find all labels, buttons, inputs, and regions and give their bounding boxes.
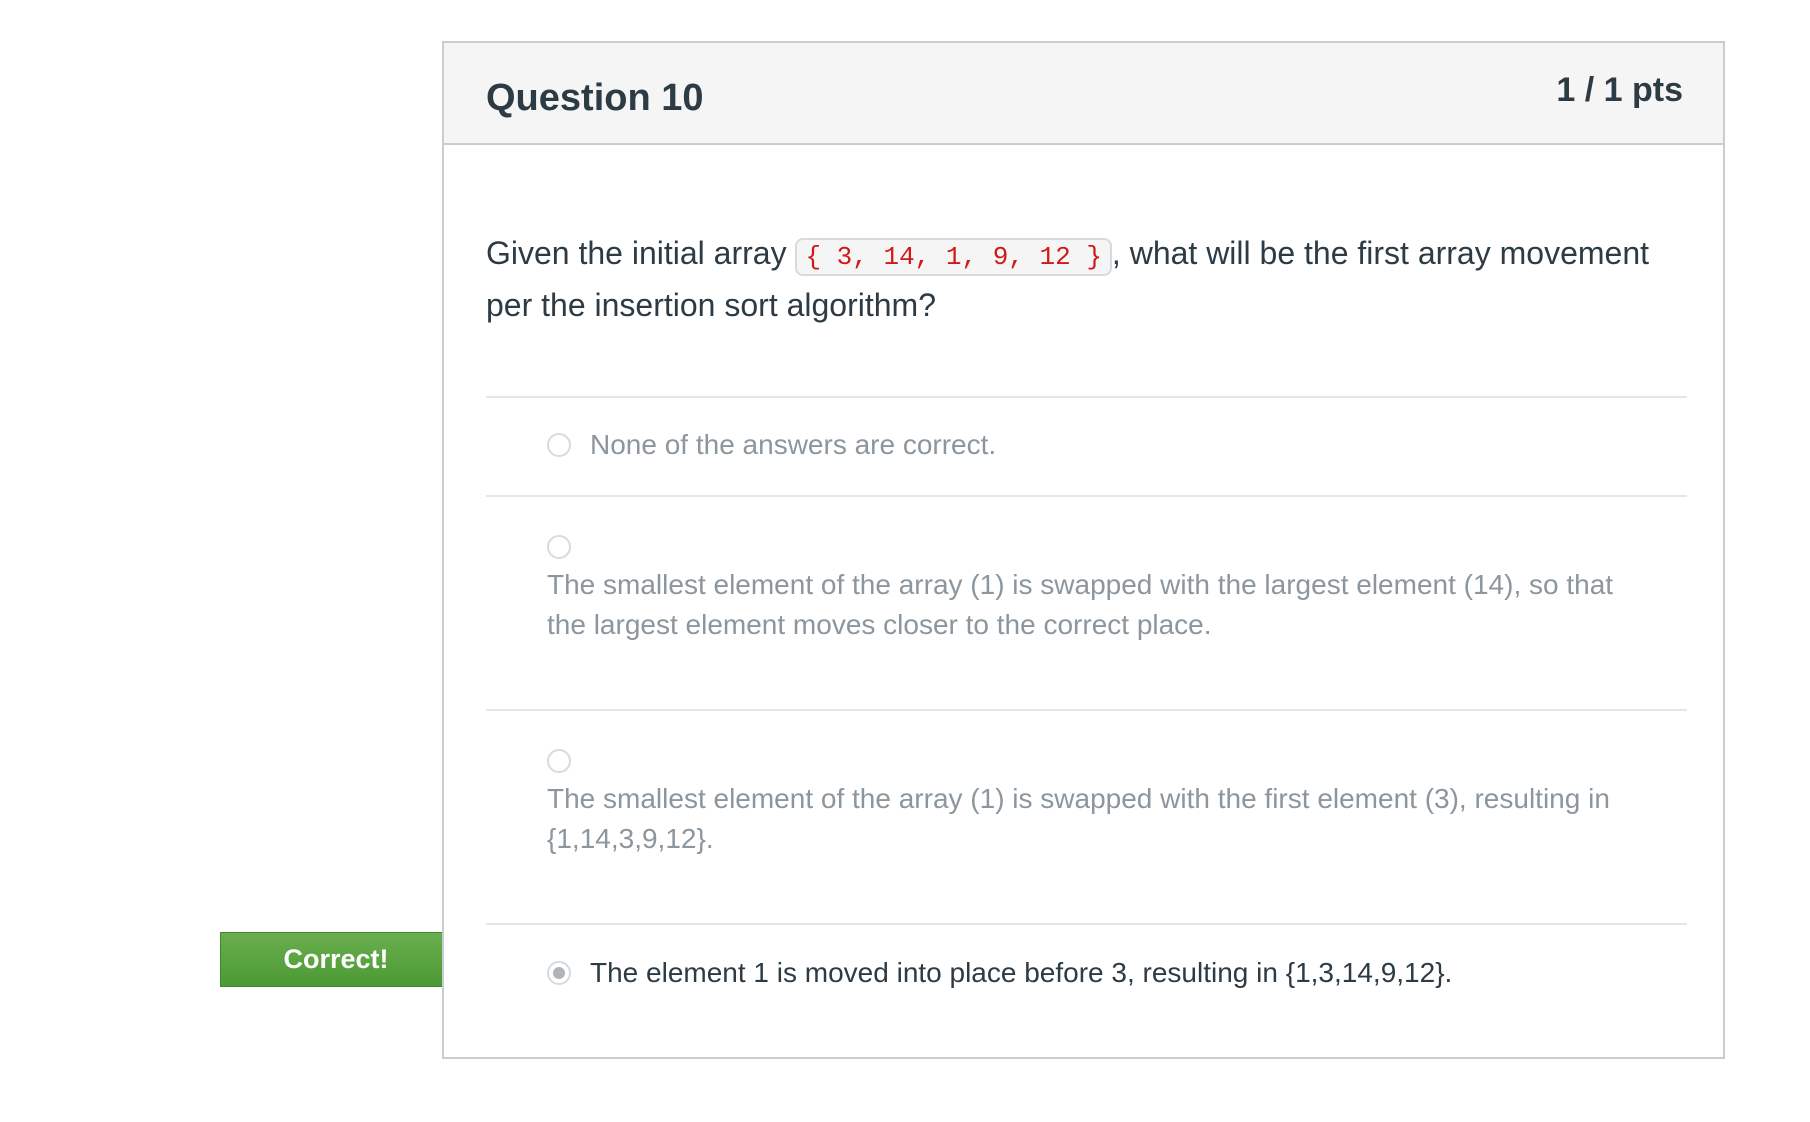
answer-radio-3[interactable] bbox=[547, 749, 571, 773]
answer-option-1[interactable]: None of the answers are correct. bbox=[486, 396, 1687, 495]
answer-text-3: The smallest element of the array (1) is… bbox=[547, 783, 1610, 854]
quiz-question-card: Question 10 1 / 1 pts Given the initial … bbox=[442, 41, 1725, 1059]
question-title: Question 10 bbox=[486, 77, 704, 119]
question-text: Given the initial array { 3, 14, 1, 9, 1… bbox=[486, 229, 1686, 329]
answer-option-2[interactable]: The smallest element of the array (1) is… bbox=[486, 495, 1687, 709]
question-header: Question 10 1 / 1 pts bbox=[444, 43, 1723, 145]
answer-text-1: None of the answers are correct. bbox=[590, 429, 997, 460]
answer-radio-4[interactable] bbox=[547, 961, 571, 985]
answer-list: None of the answers are correct. The sma… bbox=[486, 396, 1687, 1063]
question-text-before: Given the initial array bbox=[486, 235, 796, 271]
correct-flag-label: Correct! bbox=[283, 944, 389, 974]
initial-array-code: { 3, 14, 1, 9, 12 } bbox=[795, 238, 1112, 276]
answer-radio-2[interactable] bbox=[547, 535, 571, 559]
answer-option-3[interactable]: The smallest element of the array (1) is… bbox=[486, 709, 1687, 923]
answer-text-4: The element 1 is moved into place before… bbox=[590, 957, 1453, 988]
answer-option-4[interactable]: The element 1 is moved into place before… bbox=[486, 923, 1687, 1063]
answer-text-2: The smallest element of the array (1) is… bbox=[547, 569, 1614, 640]
answer-radio-1[interactable] bbox=[547, 433, 571, 457]
correct-answer-flag: Correct! bbox=[220, 932, 471, 987]
question-points: 1 / 1 pts bbox=[1556, 71, 1683, 109]
